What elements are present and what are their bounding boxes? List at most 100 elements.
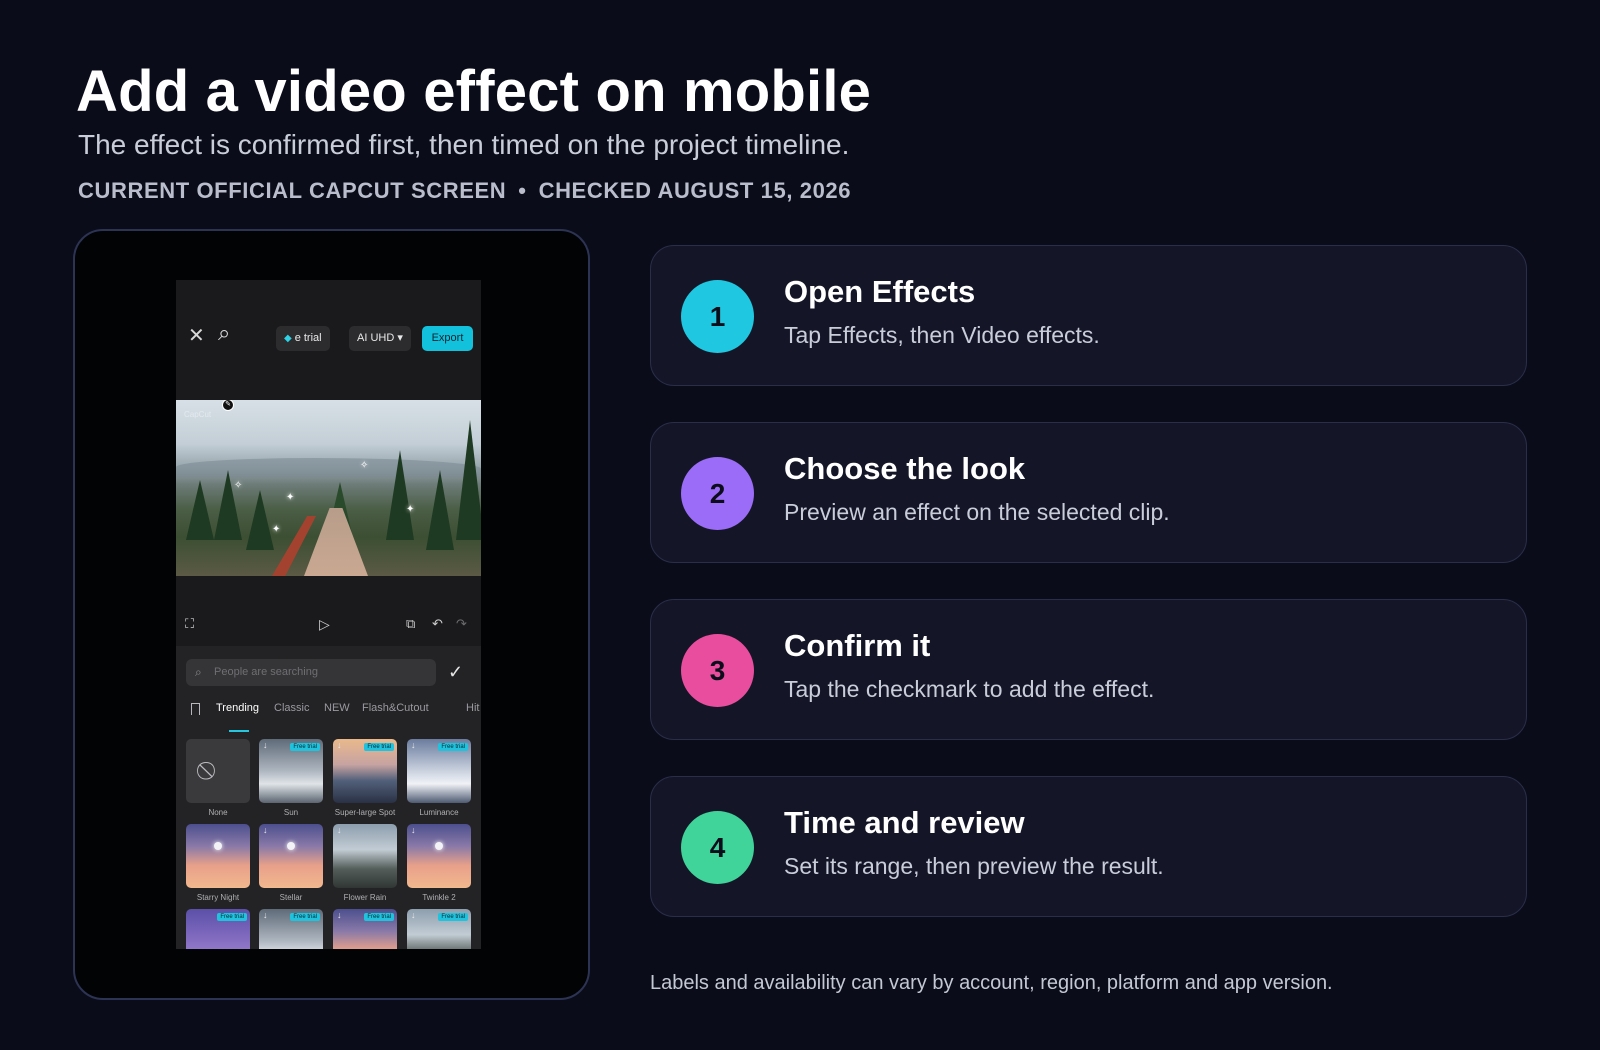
step-card-1: 1 Open Effects Tap Effects, then Video e… — [650, 245, 1527, 386]
compare-icon[interactable]: ⧉ — [406, 616, 415, 632]
step-title: Confirm it — [784, 628, 931, 663]
editor-topbar: ✕ ⌕ ◆ e trial AI UHD ▾ Export — [176, 280, 481, 400]
effect-label: Sun — [283, 808, 299, 817]
export-button[interactable]: Export — [422, 326, 473, 351]
effect-label: Super-large Spot — [334, 808, 396, 817]
effect-label: Stellar — [279, 893, 303, 902]
free-trial-badge: Free trial — [364, 913, 394, 921]
step-description: Tap the checkmark to add the effect. — [784, 676, 1155, 702]
trial-button[interactable]: ◆ e trial — [276, 326, 330, 351]
effect-tile[interactable]: ↓ Free trial — [333, 909, 397, 949]
tab-classic[interactable]: Classic — [274, 702, 309, 714]
sparkle-icon: ✦ — [272, 524, 281, 535]
step-description: Set its range, then preview the result. — [784, 853, 1164, 879]
download-icon: ↓ — [337, 740, 342, 750]
step-title: Open Effects — [784, 274, 976, 309]
page-meta: CURRENT OFFICIAL CAPCUT SCREEN • CHECKED A… — [78, 178, 851, 204]
edit-pen-icon[interactable]: ✎ — [222, 400, 234, 411]
step-number-badge: 1 — [681, 280, 754, 353]
effects-tabs: Trending Classic NEW Flash&Cutout Hit — [176, 702, 481, 726]
page-title: Add a video effect on mobile — [76, 59, 872, 124]
download-icon: ↓ — [411, 910, 416, 920]
step-card-4: 4 Time and review Set its range, then pr… — [650, 776, 1527, 917]
meta-source: CURRENT OFFICIAL CAPCUT SCREEN — [78, 178, 507, 203]
effect-tile-stellar[interactable]: ↓ — [259, 824, 323, 888]
video-preview[interactable]: ✦ ✦ ✧ ✦ ✧ CapCut ✎ — [176, 400, 481, 576]
effect-tile-flower-rain[interactable]: ↓ — [333, 824, 397, 888]
download-icon: ↓ — [337, 910, 342, 920]
diamond-icon: ◆ — [284, 333, 292, 344]
step-description: Tap Effects, then Video effects. — [784, 322, 1100, 348]
effect-tile[interactable]: ↓ Free trial — [407, 909, 471, 949]
step-number-badge: 4 — [681, 811, 754, 884]
step-description: Preview an effect on the selected clip. — [784, 499, 1170, 525]
effect-label: Twinkle 2 — [422, 893, 456, 902]
playback-controls: ⛶ ▷ ⧉ ↶ ↷ — [176, 576, 481, 646]
free-trial-badge: Free trial — [290, 743, 320, 751]
step-number-badge: 3 — [681, 634, 754, 707]
free-trial-badge: Free trial — [364, 743, 394, 751]
meta-separator: • — [518, 178, 527, 203]
tree-shape — [426, 470, 454, 550]
effect-label: None — [208, 808, 228, 817]
tab-flash-cutout[interactable]: Flash&Cutout — [362, 702, 429, 714]
sparkle-icon: ✦ — [406, 504, 415, 515]
undo-icon[interactable]: ↶ — [432, 616, 443, 632]
capcut-watermark: CapCut — [184, 410, 212, 419]
redo-icon[interactable]: ↷ — [456, 616, 467, 632]
tab-hit[interactable]: Hit — [466, 702, 479, 714]
quality-dropdown[interactable]: AI UHD ▾ — [349, 326, 411, 351]
sparkle-icon: ✧ — [234, 480, 243, 491]
effect-label: Luminance — [419, 808, 459, 817]
search-icon[interactable]: ⌕ — [218, 322, 230, 344]
effect-tile-twinkle-2[interactable]: ↓ — [407, 824, 471, 888]
step-number-badge: 2 — [681, 457, 754, 530]
free-trial-badge: Free trial — [438, 913, 468, 921]
effect-label: Starry Night — [196, 893, 240, 902]
confirm-check-icon[interactable]: ✓ — [448, 662, 463, 683]
page-subtitle: The effect is confirmed first, then time… — [78, 129, 850, 160]
effect-tile-sun[interactable]: ↓ Free trial — [259, 739, 323, 803]
meta-checked-date: CHECKED AUGUST 15, 2026 — [538, 178, 852, 203]
moon-icon — [287, 842, 295, 850]
effect-tile-starry-night[interactable] — [186, 824, 250, 888]
step-title: Choose the look — [784, 451, 1026, 486]
step-card-2: 2 Choose the look Preview an effect on t… — [650, 422, 1527, 563]
effect-tile[interactable]: ↓ Free trial — [259, 909, 323, 949]
free-trial-badge: Free trial — [217, 913, 247, 921]
download-icon: ↓ — [263, 825, 268, 835]
tab-trending[interactable]: Trending — [216, 702, 259, 714]
effects-panel: ⌕ People are searching ✓ Trending Classi… — [176, 646, 481, 949]
active-tab-indicator — [229, 730, 249, 732]
tree-shape — [186, 480, 214, 540]
sparkle-icon: ✦ — [286, 492, 295, 503]
download-icon: ↓ — [337, 825, 342, 835]
phone-frame: ✕ ⌕ ◆ e trial AI UHD ▾ Export ✦ ✦ ✧ ✦ ✧ C… — [73, 229, 590, 1000]
effect-tile-none[interactable]: ⃠ — [186, 739, 250, 803]
close-icon[interactable]: ✕ — [188, 326, 205, 346]
fullscreen-icon[interactable]: ⛶ — [185, 616, 194, 632]
phone-screen: ✕ ⌕ ◆ e trial AI UHD ▾ Export ✦ ✦ ✧ ✦ ✧ C… — [176, 280, 481, 949]
tab-new[interactable]: NEW — [324, 702, 350, 714]
search-placeholder: People are searching — [214, 666, 318, 678]
download-icon: ↓ — [411, 825, 416, 835]
effect-tile-super-large-spot[interactable]: ↓ Free trial — [333, 739, 397, 803]
effect-tile[interactable]: Free trial — [186, 909, 250, 949]
download-icon: ↓ — [263, 910, 268, 920]
trial-label: e trial — [294, 332, 322, 344]
effect-tile-luminance[interactable]: ↓ Free trial — [407, 739, 471, 803]
step-title: Time and review — [784, 805, 1025, 840]
tree-shape — [246, 490, 274, 550]
footnote: Labels and availability can vary by acco… — [650, 972, 1333, 994]
download-icon: ↓ — [411, 740, 416, 750]
effects-search-input[interactable]: ⌕ People are searching — [186, 659, 436, 686]
tree-shape — [456, 420, 481, 540]
play-icon[interactable]: ▷ — [319, 616, 330, 633]
free-trial-badge: Free trial — [438, 743, 468, 751]
moon-icon — [435, 842, 443, 850]
step-card-3: 3 Confirm it Tap the checkmark to add th… — [650, 599, 1527, 740]
sparkle-icon: ✧ — [360, 460, 369, 471]
tree-shape — [386, 450, 414, 540]
free-trial-badge: Free trial — [290, 913, 320, 921]
download-icon: ↓ — [263, 740, 268, 750]
